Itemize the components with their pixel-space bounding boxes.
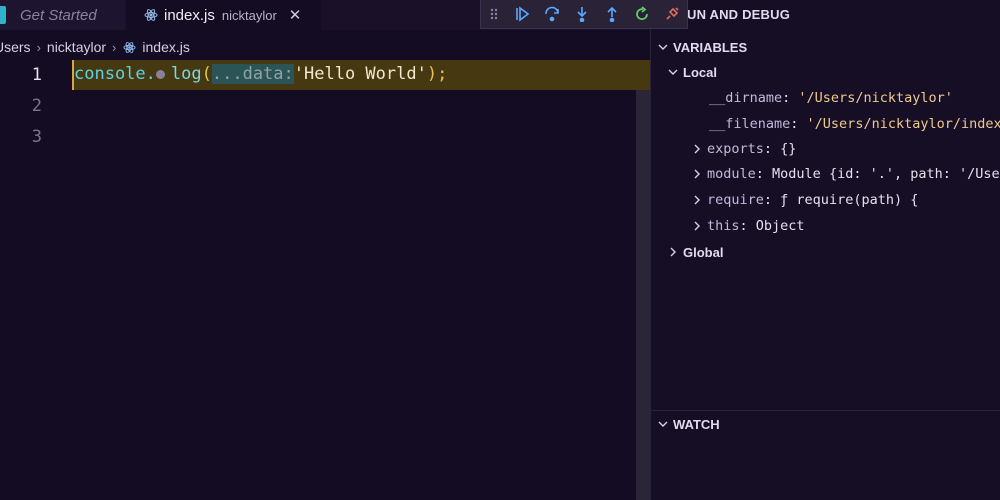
variables-section-header[interactable]: VARIABLES <box>651 34 1000 60</box>
variable-value: '/Users/nicktaylor/index.j <box>806 116 1000 132</box>
chevron-down-icon <box>655 41 671 53</box>
line-number: 3 <box>31 127 42 147</box>
variable-name: __filename <box>709 116 791 132</box>
scope-global[interactable]: Global <box>665 240 723 264</box>
variable-name: this <box>707 218 740 234</box>
variable-value: Module {id: '.', path: '/Users <box>772 166 1000 182</box>
code-function: log <box>170 64 202 84</box>
separator: : <box>790 116 807 132</box>
chevron-right-icon <box>689 143 705 155</box>
continue-icon[interactable] <box>507 0 537 28</box>
code-paren: ( <box>201 64 212 84</box>
chevron-right-icon <box>689 220 705 232</box>
drag-handle-icon[interactable] <box>481 0 507 28</box>
code-string: 'Hello World' <box>293 64 427 84</box>
disconnect-icon[interactable] <box>657 0 687 28</box>
separator: : <box>782 90 799 106</box>
variable-row[interactable]: require: ƒ require(path) { <box>689 188 918 212</box>
variable-row[interactable]: module: Module {id: '.', path: '/Users <box>689 162 1000 186</box>
panel-title: UN AND DEBUG <box>687 7 791 22</box>
react-icon <box>122 40 136 54</box>
react-icon <box>144 8 158 22</box>
tab-get-started[interactable]: Get Started <box>0 0 125 30</box>
chevron-right-icon <box>665 246 681 258</box>
line-number: 1 <box>31 65 42 85</box>
line-number: 2 <box>31 96 42 116</box>
variable-name: require <box>707 192 764 208</box>
breakpoint-inline-icon[interactable] <box>155 69 165 79</box>
variable-name: __dirname <box>709 90 783 106</box>
vscode-logo-icon <box>0 6 10 24</box>
code-semicolon: ; <box>437 64 448 84</box>
tab-label: Get Started <box>20 6 97 24</box>
chevron-right-icon: › <box>112 39 117 55</box>
separator: : <box>755 166 773 182</box>
step-out-icon[interactable] <box>597 0 627 28</box>
close-icon[interactable]: ✕ <box>289 6 302 24</box>
code-dot: . <box>145 64 156 84</box>
code-editor[interactable] <box>0 60 650 500</box>
scope-local[interactable]: Local <box>665 60 717 84</box>
breadcrumb: Users › nicktaylor › index.js <box>0 35 190 59</box>
variable-name: module <box>707 166 756 182</box>
tab-description: nicktaylor <box>221 7 277 23</box>
breadcrumb-item[interactable]: index.js <box>142 39 189 55</box>
debug-toolbar <box>480 0 688 29</box>
variable-value: '/Users/nicktaylor' <box>798 90 953 106</box>
variable-value: {} <box>780 141 797 157</box>
chevron-right-icon <box>689 168 705 180</box>
variable-row[interactable]: exports: {} <box>689 137 796 161</box>
scope-label: Local <box>683 64 717 80</box>
breadcrumb-item[interactable]: Users <box>0 39 31 55</box>
editor-scrollbar[interactable] <box>636 90 650 500</box>
separator: : <box>763 141 781 157</box>
code-line[interactable]: console. log(...data:'Hello World'); <box>74 64 447 84</box>
code-identifier: console <box>74 64 146 84</box>
restart-icon[interactable] <box>627 0 657 28</box>
variables-label: VARIABLES <box>673 39 748 55</box>
variable-name: exports <box>707 141 764 157</box>
variable-row[interactable]: __filename: '/Users/nicktaylor/index.j <box>709 112 1000 136</box>
breadcrumb-item[interactable]: nicktaylor <box>47 39 106 55</box>
step-over-icon[interactable] <box>537 0 567 28</box>
chevron-down-icon <box>665 66 681 78</box>
watch-label: WATCH <box>673 416 720 432</box>
code-paren: ) <box>426 64 438 84</box>
separator: : <box>739 218 756 234</box>
tab-label: index.js <box>164 6 215 24</box>
chevron-right-icon: › <box>36 39 41 55</box>
tab-index-js[interactable]: index.js nicktaylor ✕ <box>126 0 321 30</box>
parameter-hint: ...data: <box>211 64 294 84</box>
scope-label: Global <box>683 244 724 260</box>
step-into-icon[interactable] <box>567 0 597 28</box>
watch-section-header[interactable]: WATCH <box>651 410 1000 437</box>
chevron-right-icon <box>689 194 705 206</box>
variable-value: ƒ require(path) { <box>780 192 919 208</box>
separator: : <box>763 192 781 208</box>
chevron-down-icon <box>655 418 671 430</box>
variable-value: Object <box>755 218 805 234</box>
variable-row[interactable]: __dirname: '/Users/nicktaylor' <box>709 86 953 110</box>
variable-row[interactable]: this: Object <box>689 214 805 238</box>
